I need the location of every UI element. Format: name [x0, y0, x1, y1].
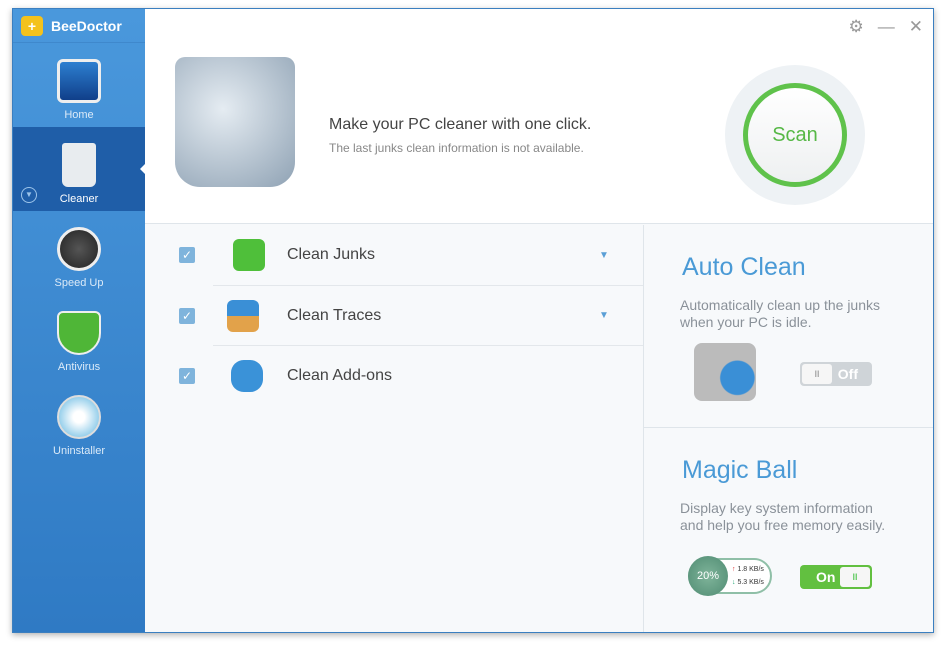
header: ⚙ — ✕ Make your PC cleaner with one click.…: [145, 9, 933, 224]
sidebar-item-antivirus[interactable]: Antivirus: [13, 295, 145, 379]
list-item[interactable]: ✓ Clean Add-ons: [179, 345, 643, 405]
stopwatch-icon: [57, 227, 101, 271]
magic-ball-widget: 20% ↑ 1.8 KB/s ↓ 5.3 KB/s: [688, 556, 772, 596]
bee-logo-icon: +: [21, 15, 43, 36]
main-area: ⚙ — ✕ Make your PC cleaner with one click.…: [145, 9, 933, 632]
puzzle-icon: [231, 359, 263, 392]
nav-label: Antivirus: [57, 361, 101, 373]
sidebar-item-cleaner[interactable]: Cleaner ▼: [13, 127, 146, 211]
list-item[interactable]: ✓ Clean Junks ▼: [145, 225, 643, 285]
magic-ball-title: Magic Ball: [682, 456, 798, 484]
sidebar-item-home[interactable]: Home: [13, 43, 145, 127]
monitor-icon: [57, 59, 101, 103]
memory-percent: 20%: [688, 556, 728, 596]
item-label: Clean Traces: [287, 306, 382, 324]
list-item[interactable]: ✓ Clean Traces ▼: [179, 285, 643, 345]
upload-value: 1.8 KB/s: [737, 566, 764, 573]
close-icon[interactable]: ✕: [909, 17, 923, 37]
auto-clean-desc: Automatically clean up the junks when yo…: [680, 297, 880, 330]
clean-options: ✓ Clean Junks ▼ ✓ Clean Traces ▼ ✓ Clean Add-…: [145, 225, 643, 632]
download-value: 5.3 KB/s: [737, 579, 764, 586]
app-title: BeeDoctor: [51, 17, 122, 34]
recycle-bin-icon: [233, 239, 265, 271]
settings-icon[interactable]: ⚙: [849, 17, 864, 37]
app-window: + BeeDoctor Home Cleaner ▼ Speed Up Antivi…: [12, 8, 934, 633]
download-speed: ↓ 5.3 KB/s: [732, 579, 764, 586]
sidebar-item-speed-up[interactable]: Speed Up: [13, 211, 145, 295]
nav-label: Cleaner: [59, 193, 99, 205]
checkbox[interactable]: ✓: [179, 367, 195, 384]
nav-label: Uninstaller: [53, 445, 105, 457]
toggle-knob: II: [840, 567, 870, 587]
auto-clean-title: Auto Clean: [682, 253, 806, 281]
toggle-label: On: [816, 569, 836, 585]
expand-arrow-icon[interactable]: ▼: [599, 250, 609, 261]
auto-clean-timer-icon: [694, 343, 756, 401]
checkbox[interactable]: ✓: [179, 247, 195, 263]
shield-icon: [57, 311, 101, 355]
broom-icon: [227, 299, 259, 332]
subtext: The last junks clean information is not …: [329, 141, 584, 155]
magic-ball-desc: Display key system information and help …: [680, 500, 886, 533]
nav-label: Home: [64, 109, 94, 121]
toggle-label: Off: [837, 366, 858, 382]
trash-icon: [62, 143, 96, 187]
disc-download-icon: [57, 395, 101, 439]
nav-label: Speed Up: [54, 277, 104, 289]
magic-ball-panel: Magic Ball Display key system informatio…: [644, 428, 933, 631]
magic-ball-toggle[interactable]: On II: [800, 565, 872, 589]
sidebar: + BeeDoctor Home Cleaner ▼ Speed Up Antivi…: [13, 9, 146, 632]
upload-speed: ↑ 1.8 KB/s: [732, 566, 764, 573]
auto-clean-panel: Auto Clean Automatically clean up the ju…: [644, 225, 933, 428]
right-panel: Auto Clean Automatically clean up the ju…: [643, 225, 933, 632]
toggle-knob: II: [802, 364, 832, 384]
item-label: Clean Add-ons: [287, 366, 392, 384]
trash-can-illustration-icon: [175, 57, 295, 187]
scan-ring: Scan: [725, 65, 865, 205]
item-label: Clean Junks: [287, 246, 376, 263]
expand-arrow-icon[interactable]: ▼: [599, 310, 609, 321]
dropdown-icon[interactable]: ▼: [21, 187, 37, 203]
scan-button[interactable]: Scan: [743, 83, 847, 187]
sidebar-item-uninstaller[interactable]: Uninstaller: [13, 379, 145, 463]
brand: + BeeDoctor: [13, 9, 145, 43]
checkbox[interactable]: ✓: [179, 307, 195, 324]
headline: Make your PC cleaner with one click.: [329, 116, 592, 133]
minimize-icon[interactable]: —: [878, 17, 895, 37]
auto-clean-toggle[interactable]: II Off: [800, 362, 872, 386]
